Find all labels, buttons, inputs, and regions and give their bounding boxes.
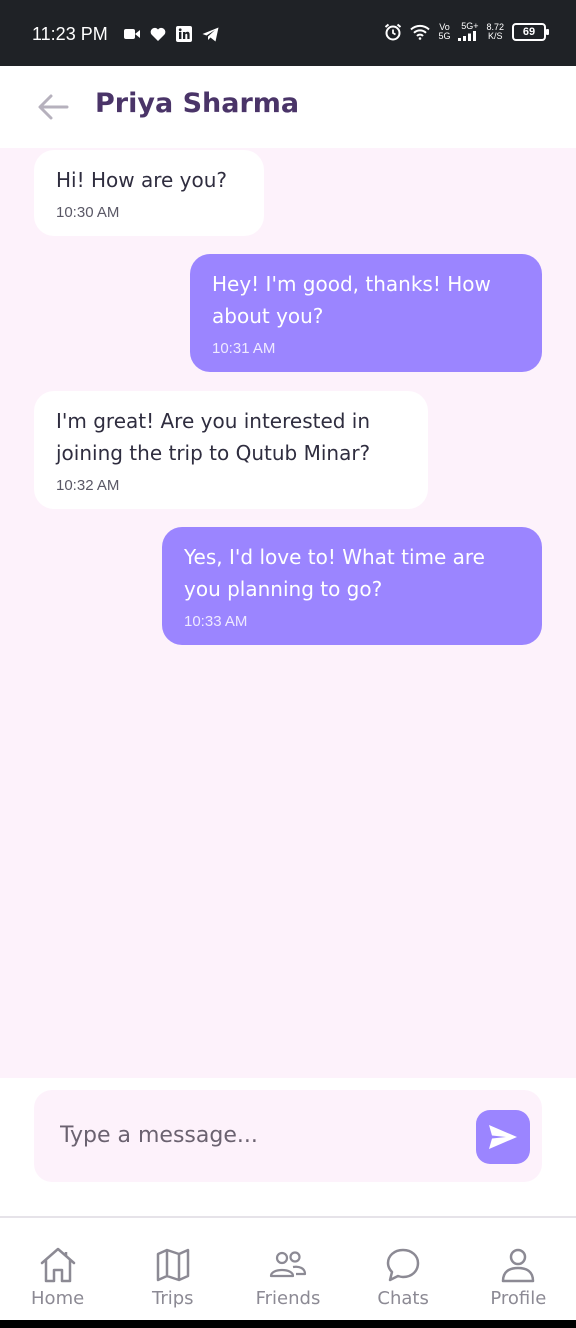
message-text: Yes, I'd love to! What time are you plan… <box>184 545 485 601</box>
send-button[interactable] <box>476 1110 530 1164</box>
status-time: 11:23 PM <box>32 24 108 44</box>
friends-icon <box>269 1251 307 1278</box>
profile-icon <box>502 1248 535 1283</box>
message-input-container <box>34 1090 542 1182</box>
heart-icon <box>150 27 166 41</box>
bottom-navigation: Home Trips Friends Chats Profile <box>0 1216 576 1320</box>
battery-indicator: 69 <box>512 22 549 41</box>
network-speed: 8.72 K/S <box>486 21 504 41</box>
incoming-message: I'm great! Are you interested in joining… <box>34 391 428 509</box>
notification-icons <box>124 26 219 42</box>
status-bar: 11:23 PM Vo 5G 5G+ 8.72 K/S 69 <box>0 0 576 66</box>
system-icons: Vo 5G 5G+ 8.72 K/S 69 <box>384 21 549 41</box>
nav-label: Trips <box>152 1288 194 1309</box>
gesture-bar-area <box>0 1320 576 1328</box>
message-list[interactable]: Hi! How are you? 10:30 AM Hey! I'm good,… <box>0 148 576 1078</box>
message-time: 10:31 AM <box>212 340 276 357</box>
home-icon <box>40 1247 75 1283</box>
signal-indicator: 5G+ <box>458 22 478 41</box>
message-time: 10:32 AM <box>56 477 120 494</box>
nav-chats[interactable]: Chats <box>346 1218 461 1320</box>
wifi-icon <box>410 24 431 40</box>
back-arrow-icon <box>38 94 69 120</box>
nav-home[interactable]: Home <box>0 1218 115 1320</box>
incoming-message: Hi! How are you? 10:30 AM <box>34 150 264 236</box>
volte-indicator: Vo 5G <box>438 21 451 41</box>
message-input[interactable] <box>60 1112 460 1158</box>
message-time: 10:33 AM <box>184 613 248 630</box>
message-composer <box>0 1078 576 1216</box>
telegram-icon <box>202 27 219 41</box>
outgoing-message: Yes, I'd love to! What time are you plan… <box>162 527 542 645</box>
message-text: Hey! I'm good, thanks! How about you? <box>212 272 491 328</box>
alarm-icon <box>385 23 402 40</box>
message-text: Hi! How are you? <box>56 168 228 192</box>
nav-profile[interactable]: Profile <box>461 1218 576 1320</box>
nav-label: Home <box>31 1288 85 1309</box>
chat-icon <box>386 1248 420 1282</box>
message-time: 10:30 AM <box>56 204 120 221</box>
nav-label: Chats <box>377 1288 429 1309</box>
back-button[interactable] <box>34 88 72 126</box>
map-icon <box>156 1248 190 1282</box>
linkedin-icon <box>176 26 192 42</box>
message-text: I'm great! Are you interested in joining… <box>56 409 371 465</box>
nav-friends[interactable]: Friends <box>230 1218 345 1320</box>
nav-label: Friends <box>255 1288 321 1309</box>
nav-trips[interactable]: Trips <box>115 1218 230 1320</box>
contact-name: Priya Sharma <box>95 88 300 119</box>
signal-icon <box>458 31 477 41</box>
outgoing-message: Hey! I'm good, thanks! How about you? 10… <box>190 254 542 372</box>
video-icon <box>124 29 140 39</box>
send-icon <box>489 1125 517 1149</box>
nav-label: Profile <box>490 1288 547 1309</box>
chat-header: Priya Sharma <box>0 66 576 148</box>
